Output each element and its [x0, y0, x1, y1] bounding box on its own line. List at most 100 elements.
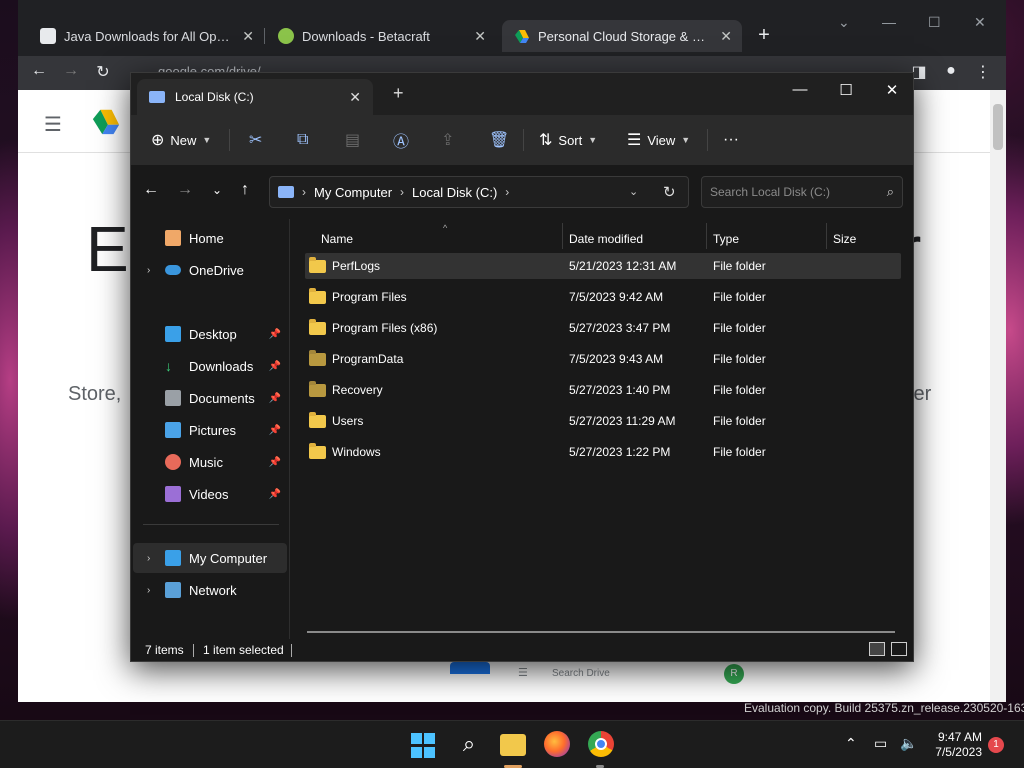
sidebar-item-videos[interactable]: Videos 📌 [133, 479, 287, 509]
column-header-size[interactable]: Size [823, 225, 897, 253]
chevron-up-icon[interactable]: ⌃ [845, 735, 857, 752]
hamburger-menu-icon[interactable]: ☰ [44, 112, 62, 137]
chrome-tab-betacraft[interactable]: Downloads - Betacraft ✕ [266, 20, 496, 52]
clock[interactable]: 9:47 AM 7/5/2023 [930, 730, 982, 760]
sidebar-item-onedrive[interactable]: › OneDrive [133, 255, 287, 285]
pin-icon: 📌 [268, 488, 281, 500]
table-row[interactable]: PerfLogs 5/21/2023 12:31 AM File folder [305, 253, 901, 279]
chrome-tab-drive[interactable]: Personal Cloud Storage & File Sharing ✕ [502, 20, 742, 52]
cut-button[interactable]: ✂ [249, 127, 262, 153]
search-icon[interactable]: ⌕ [456, 731, 482, 757]
folder-icon [309, 442, 326, 459]
chrome-tab-java[interactable]: Java Downloads for All Operating Systems… [28, 20, 264, 52]
rename-button[interactable]: Ⓐ [393, 127, 409, 153]
volume-icon[interactable]: 🔈 [900, 735, 917, 752]
maximize-icon[interactable]: ☐ [928, 14, 941, 31]
menu-icon[interactable]: ⋮ [972, 62, 994, 82]
sidebar-item-label: OneDrive [189, 262, 244, 278]
close-tab-icon[interactable]: ✕ [349, 89, 361, 106]
address-dropdown-icon[interactable]: ⌄ [629, 185, 638, 198]
breadcrumb-local-disk[interactable]: Local Disk (C:) [412, 185, 497, 200]
details-view-icon[interactable] [869, 642, 885, 656]
address-bar[interactable]: › My Computer › Local Disk (C:) › [269, 176, 689, 208]
file-type: File folder [713, 321, 766, 335]
paste-icon: ▤ [345, 132, 361, 149]
network-status-icon[interactable]: ▭ [874, 735, 887, 752]
page-scrollbar[interactable] [990, 90, 1006, 702]
chevron-right-icon[interactable]: › [147, 553, 157, 564]
view-button[interactable]: ☰ View ▼ [627, 127, 690, 153]
sidebar-item-desktop[interactable]: Desktop 📌 [133, 319, 287, 349]
maximize-icon[interactable]: ☐ [831, 81, 861, 99]
new-tab-button[interactable]: + [750, 22, 778, 50]
file-type: File folder [713, 445, 766, 459]
file-explorer-icon[interactable] [500, 734, 526, 756]
close-tab-icon[interactable]: ✕ [720, 28, 732, 45]
share-button[interactable]: ⇪ [441, 127, 454, 153]
back-icon[interactable]: ← [141, 181, 161, 199]
explorer-tab-local-disk[interactable]: Local Disk (C:) ✕ [137, 79, 373, 115]
tab-search-icon[interactable]: ⌄ [838, 14, 850, 31]
sidebar-item-pictures[interactable]: Pictures 📌 [133, 415, 287, 445]
sidebar-item-network[interactable]: › Network [133, 575, 287, 605]
table-row[interactable]: ProgramData 7/5/2023 9:43 AM File folder [305, 346, 901, 372]
profile-icon[interactable]: ● [940, 62, 962, 80]
sidebar-item-label: Documents [189, 390, 255, 406]
sort-button[interactable]: ⇅ Sort ▼ [539, 127, 597, 153]
avatar: R [724, 664, 744, 684]
table-row[interactable]: Windows 5/27/2023 1:22 PM File folder [305, 439, 901, 465]
tiles-view-icon[interactable] [891, 642, 907, 656]
back-icon[interactable]: ← [28, 62, 50, 80]
minimize-icon[interactable]: — [785, 81, 815, 98]
file-type: File folder [713, 414, 766, 428]
sidebar-item-my-computer[interactable]: › My Computer [133, 543, 287, 573]
chevron-right-icon[interactable]: › [147, 585, 157, 596]
minimize-icon[interactable]: — [882, 14, 896, 30]
start-windows-icon[interactable] [411, 733, 437, 759]
breadcrumb-my-computer[interactable]: My Computer [314, 185, 392, 200]
column-header-date[interactable]: Date modified [559, 225, 703, 253]
refresh-icon[interactable]: ↻ [663, 183, 676, 201]
table-row[interactable]: Users 5/27/2023 11:29 AM File folder [305, 408, 901, 434]
recent-locations-icon[interactable]: ⌄ [207, 183, 227, 197]
column-header-type[interactable]: Type [703, 225, 821, 253]
horizontal-scrollbar[interactable] [307, 631, 895, 633]
notification-badge[interactable]: 1 [988, 737, 1004, 753]
sidebar-item-music[interactable]: Music 📌 [133, 447, 287, 477]
column-header-name[interactable]: ^ Name [311, 223, 563, 253]
close-window-icon[interactable]: ✕ [974, 14, 986, 31]
new-button[interactable]: ⊕ New ▼ [151, 127, 211, 153]
more-options-button[interactable]: ··· [723, 127, 739, 153]
paste-button[interactable]: ▤ [345, 127, 360, 153]
pane-splitter[interactable] [289, 219, 290, 639]
forward-icon[interactable]: → [60, 62, 82, 80]
evaluation-watermark: Evaluation copy. Build 25375.zn_release.… [744, 701, 1024, 715]
chevron-right-icon[interactable]: › [147, 265, 157, 276]
forward-icon[interactable]: → [175, 181, 195, 199]
firefox-icon[interactable] [544, 731, 570, 757]
table-row[interactable]: Program Files (x86) 5/27/2023 3:47 PM Fi… [305, 315, 901, 341]
delete-button[interactable]: 🗑 [489, 127, 509, 153]
clock-date: 7/5/2023 [935, 745, 982, 759]
table-row[interactable]: Program Files 7/5/2023 9:42 AM File fold… [305, 284, 901, 310]
copy-button[interactable]: ⧉ [297, 127, 308, 153]
close-window-icon[interactable]: ✕ [877, 81, 907, 99]
search-input[interactable] [710, 185, 887, 199]
reload-icon[interactable]: ↻ [92, 62, 114, 82]
close-tab-icon[interactable]: ✕ [474, 28, 486, 45]
close-tab-icon[interactable]: ✕ [242, 28, 254, 45]
tab-label: Downloads - Betacraft [302, 28, 430, 44]
search-box[interactable]: ⌕ [701, 176, 903, 208]
sidebar-item-home[interactable]: Home [133, 223, 287, 253]
sidebar-item-downloads[interactable]: ↓ Downloads 📌 [133, 351, 287, 381]
add-tab-icon[interactable]: + [393, 83, 404, 104]
page-scrollbar-thumb[interactable] [993, 104, 1003, 150]
sidebar-item-label: Pictures [189, 422, 236, 438]
up-icon[interactable]: ↑ [235, 181, 255, 199]
rename-icon: Ⓐ [393, 134, 410, 151]
table-row[interactable]: Recovery 5/27/2023 1:40 PM File folder [305, 377, 901, 403]
chrome-icon[interactable] [588, 731, 614, 757]
sidebar-item-documents[interactable]: Documents 📌 [133, 383, 287, 413]
network-icon [165, 582, 181, 598]
sidebar-item-label: Network [189, 582, 237, 598]
